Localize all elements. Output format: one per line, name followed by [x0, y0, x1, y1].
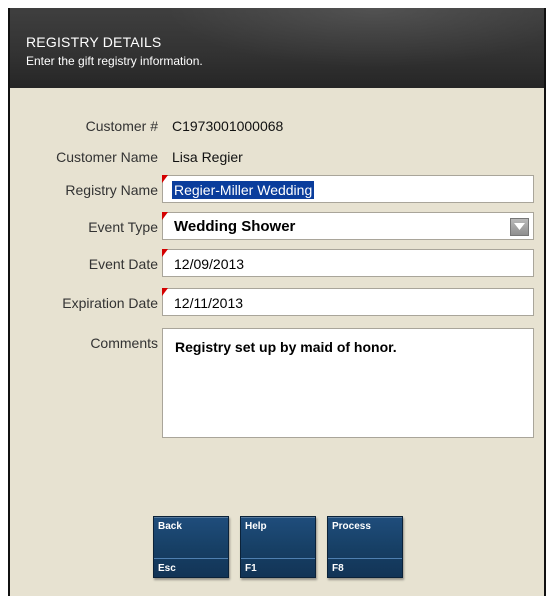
customer-name-value: Lisa Regier	[172, 149, 243, 165]
event-date-label: Event Date	[88, 256, 158, 272]
help-button-label: Help	[245, 521, 267, 532]
event-type-value: Wedding Shower	[174, 218, 296, 235]
event-date-field[interactable]: 12/09/2013	[162, 249, 534, 277]
registry-details-window: REGISTRY DETAILS Enter the gift registry…	[8, 8, 546, 596]
registry-name-field[interactable]: Regier-Miller Wedding	[162, 175, 534, 203]
event-date-value: 12/09/2013	[174, 256, 245, 272]
expiration-date-value: 12/11/2013	[174, 295, 244, 311]
process-button-key: F8	[332, 563, 344, 574]
registry-name-value: Regier-Miller Wedding	[172, 181, 315, 199]
comments-value: Registry set up by maid of honor.	[175, 339, 397, 355]
event-type-dropdown-button[interactable]	[510, 218, 529, 236]
page-subtitle: Enter the gift registry information.	[26, 54, 203, 68]
customer-number-label: Customer #	[85, 118, 158, 134]
required-marker-icon	[162, 249, 168, 257]
event-type-select[interactable]: Wedding Shower	[162, 212, 534, 240]
page-title: REGISTRY DETAILS	[26, 34, 162, 50]
process-button-label: Process	[332, 521, 371, 532]
comments-textarea[interactable]: Registry set up by maid of honor.	[162, 328, 534, 438]
button-divider	[154, 558, 228, 559]
help-button[interactable]: Help F1	[240, 516, 316, 578]
back-button-label: Back	[158, 521, 182, 532]
required-marker-icon	[162, 175, 168, 183]
event-type-label: Event Type	[88, 219, 158, 235]
required-marker-icon	[162, 212, 168, 220]
header-bar: REGISTRY DETAILS Enter the gift registry…	[10, 8, 544, 88]
expiration-date-label: Expiration Date	[62, 295, 158, 311]
help-button-key: F1	[245, 563, 257, 574]
chevron-down-icon	[514, 223, 525, 230]
button-divider	[328, 558, 402, 559]
customer-name-label: Customer Name	[56, 149, 158, 165]
process-button[interactable]: Process F8	[327, 516, 403, 578]
comments-label: Comments	[90, 335, 158, 351]
registry-name-label: Registry Name	[65, 182, 158, 198]
back-button-key: Esc	[158, 563, 176, 574]
back-button[interactable]: Back Esc	[153, 516, 229, 578]
customer-number-value: C1973001000068	[172, 118, 284, 134]
required-marker-icon	[162, 288, 168, 296]
button-divider	[241, 558, 315, 559]
expiration-date-field[interactable]: 12/11/2013	[162, 288, 534, 316]
